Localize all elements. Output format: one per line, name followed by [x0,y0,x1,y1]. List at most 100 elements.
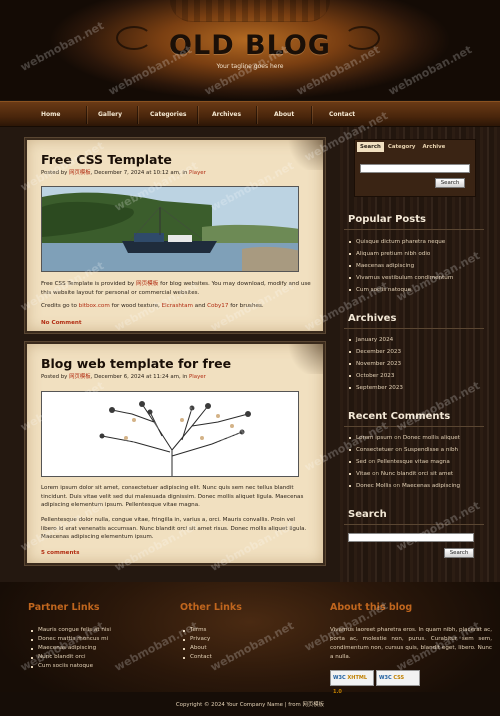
badge-w3c: W3C [379,675,392,681]
post-paragraph: Pellentesque dolor nulla, congue vitae, … [41,517,307,541]
list-item[interactable]: Mauris congue felis at nisi [31,626,111,635]
list-item: Sed on Pellentesque vitae magna [348,456,460,468]
post-credits: Credits go to bitbox.com for wood textur… [41,302,311,311]
tab-archive[interactable]: Archive [419,142,448,152]
post-date: , December 6, 2024 at 11:24 am, in [90,374,188,380]
divider [344,328,484,329]
archives-heading: Archives [348,313,397,324]
meta-prefix: Posted by [41,170,68,176]
nav-categories[interactable]: Categories [150,111,186,118]
comment-author[interactable]: Donec Mollis [356,483,391,489]
list-item[interactable]: Quisque dictum pharetra neque [348,236,453,248]
post-card: Blog web template for free Posted by 网页模… [25,342,325,565]
post-author-link[interactable]: 网页模板 [69,170,91,176]
comment-post[interactable]: Pellentesque vitae magna [377,459,450,465]
comment-author[interactable]: Consectetuer [356,447,393,453]
post-category-link[interactable]: Player [189,374,206,380]
list-item[interactable]: Donec mattis rhoncus mi [31,635,111,644]
nav-about[interactable]: About [274,111,294,118]
comment-post[interactable]: Suspendisse a nibh [404,447,458,453]
about-blog-text: Vivamus laoreet pharetra eros. In quam n… [330,627,492,660]
list-item[interactable]: September 2023 [349,382,403,394]
xhtml-badge[interactable]: W3C XHTML 1.0 [330,670,374,695]
post-category-link[interactable]: Player [189,170,206,176]
site-title[interactable]: OLD BLOG [0,30,500,61]
list-item[interactable]: January 2024 [349,334,403,346]
list-item: Lorem ipsum on Donec mollis aliquet [348,432,460,444]
popular-posts-heading: Popular Posts [348,214,426,225]
partner-links-list: Mauris congue felis at nisi Donec mattis… [31,626,111,671]
copyright: Copyright © 2024 Your Company Name | fro… [175,702,325,708]
post-author-link[interactable]: 网页模板 [69,374,91,380]
comment-post[interactable]: Maecenas adipiscing [402,483,460,489]
search-heading: Search [348,509,387,520]
sidebar-search-input[interactable] [348,533,474,542]
nav-contact[interactable]: Contact [329,111,355,118]
popular-posts-list: Quisque dictum pharetra neque Aliquam pr… [348,236,453,296]
other-links-list: Terms Privacy About Contact [183,626,212,662]
comments-link[interactable]: 5 comments [41,550,79,556]
post-image-boat [41,186,299,272]
list-item: Donec Mollis on Maecenas adipiscing [348,480,460,492]
list-item[interactable]: Vivamus vestibulum condimentum [348,272,453,284]
post-text-link[interactable]: 网页模板 [136,281,158,287]
nav-divider [197,106,198,124]
site-header: OLD BLOG Your tagline goes here [0,0,500,100]
list-item: Consectetuer on Suspendisse a nibh [348,444,460,456]
list-item[interactable]: About [183,644,212,653]
partner-links-heading: Partner Links [28,602,100,613]
tree-photo-icon [42,392,298,476]
list-item[interactable]: October 2023 [349,370,403,382]
list-item[interactable]: Privacy [183,635,212,644]
tab-category[interactable]: Category [385,142,419,152]
css-badge[interactable]: W3C CSS [376,670,420,686]
tab-search[interactable]: Search [357,142,384,152]
list-item: Vitae on Nunc blandit orci sit amet [348,468,460,480]
post-title[interactable]: Blog web template for free [41,356,231,371]
search-input[interactable] [360,164,470,173]
post-date: , December 7, 2024 at 10:12 am, in [90,170,188,176]
list-item[interactable]: Maecenas adipiscing [31,644,111,653]
nav-archives[interactable]: Archives [212,111,241,118]
sidebar-search-button[interactable]: Search [444,548,474,558]
list-item[interactable]: Cum sociis natoque [348,284,453,296]
comments-link[interactable]: No Comment [41,320,82,326]
credits-link-elcrashtam[interactable]: Elcrashtam [162,303,193,309]
about-blog-heading: About this blog [330,602,413,613]
nav-divider [86,106,87,124]
list-item[interactable]: Contact [183,653,212,662]
comment-author[interactable]: Lorem ipsum [356,435,392,441]
list-item[interactable]: December 2023 [349,346,403,358]
comment-author[interactable]: Sed [356,459,367,465]
nav-gallery[interactable]: Gallery [98,111,122,118]
post-title[interactable]: Free CSS Template [41,152,172,167]
comment-post[interactable]: Nunc blandit orci sit amet [381,471,453,477]
divider [344,524,484,525]
list-item[interactable]: Cum sociis natoque [31,662,111,671]
meta-prefix: Posted by [41,374,68,380]
list-item[interactable]: Maecenas adipiscing [348,260,453,272]
boat-photo-icon [42,187,298,271]
list-item[interactable]: November 2023 [349,358,403,370]
post-card: Free CSS Template Posted by 网页模板, Decemb… [25,138,325,333]
list-item[interactable]: Aliquam pretium nibh odio [348,248,453,260]
post-paragraph: Lorem ipsum dolor sit amet, consectetuer… [41,485,304,509]
credits-text: Credits go to [41,303,77,309]
comment-post[interactable]: Donec mollis aliquet [403,435,460,441]
header-ornament [170,0,330,22]
credits-text: and [194,303,206,309]
comment-sep: on [392,435,403,441]
site-footer: Partner Links Mauris congue felis at nis… [0,582,500,716]
list-item[interactable]: Terms [183,626,212,635]
nav-divider [137,106,138,124]
comment-sep: on [366,459,378,465]
search-tabs: Search Category Archive [357,142,449,153]
badge-css: CSS [393,675,405,681]
comment-author[interactable]: Vitae [356,471,370,477]
post-text-part: Free CSS Template is provided by [41,281,135,287]
search-button[interactable]: Search [435,178,465,188]
nav-home[interactable]: Home [41,111,60,118]
credits-link-bitbox[interactable]: bitbox.com [79,303,110,309]
list-item[interactable]: Nunc blandit orci [31,653,111,662]
credits-link-coby17[interactable]: Coby17 [207,303,228,309]
